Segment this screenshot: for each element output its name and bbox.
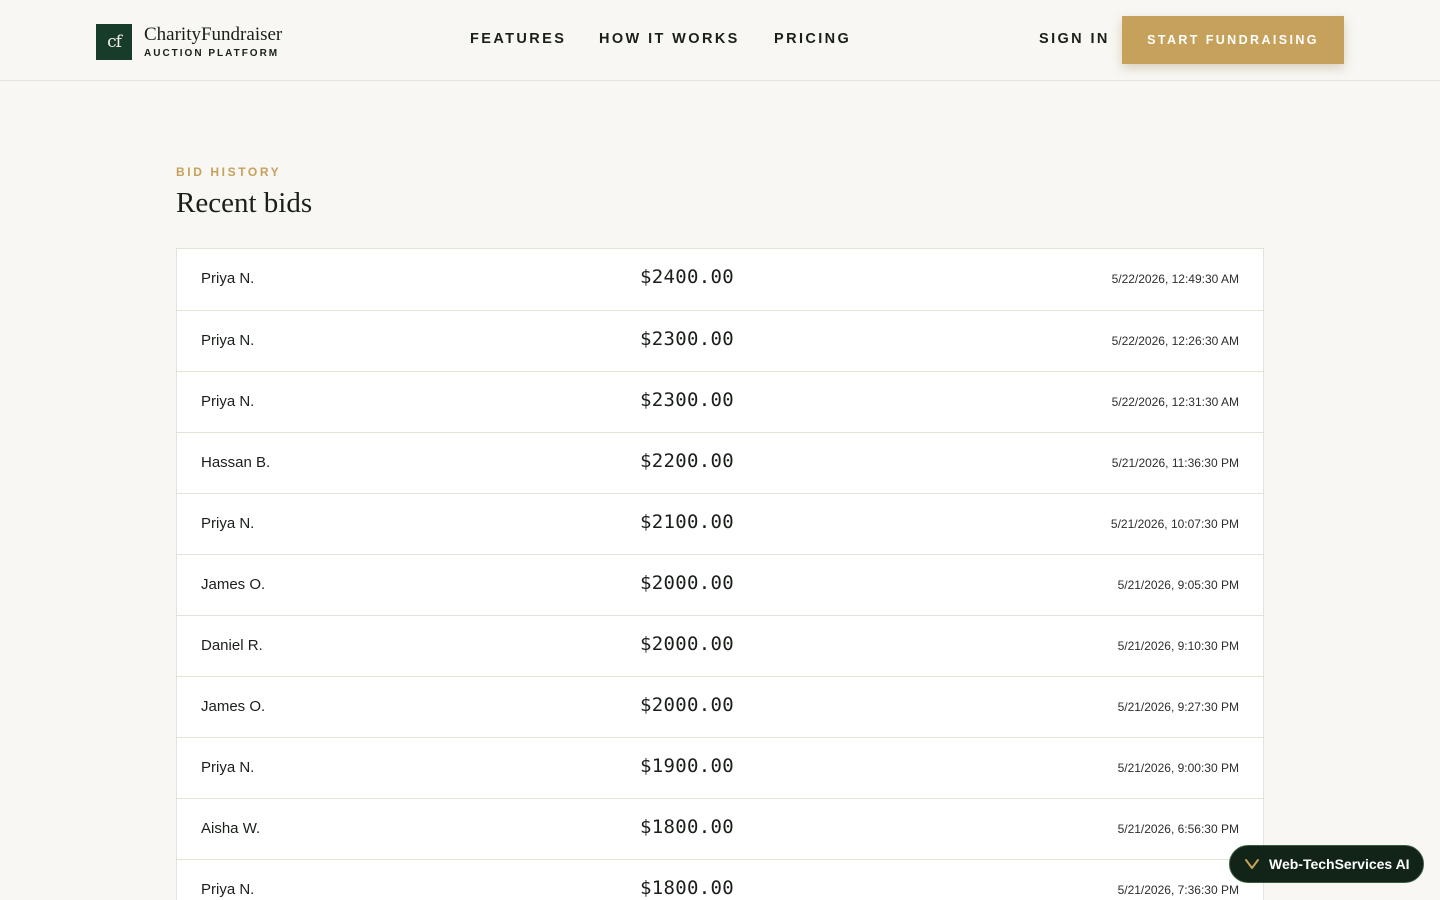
bid-amount: $2300.00 <box>640 328 734 350</box>
bid-row: Priya N. $2300.00 5/22/2026, 12:26:30 AM <box>177 310 1263 371</box>
bid-row: James O. $2000.00 5/21/2026, 9:27:30 PM <box>177 676 1263 737</box>
logo-mark: cf <box>96 24 132 60</box>
bid-timestamp: 5/21/2026, 9:10:30 PM <box>1117 639 1239 653</box>
bid-amount: $2000.00 <box>640 572 734 594</box>
bid-timestamp: 5/21/2026, 11:36:30 PM <box>1111 456 1239 470</box>
section-eyebrow: BID HISTORY <box>176 165 282 179</box>
bid-row: Priya N. $1900.00 5/21/2026, 9:00:30 PM <box>177 737 1263 798</box>
logo-text: CharityFundraiser AUCTION PLATFORM <box>144 22 282 62</box>
section-title: Recent bids <box>176 187 313 219</box>
bid-row: Priya N. $2100.00 5/21/2026, 10:07:30 PM <box>177 493 1263 554</box>
start-fundraising-button[interactable]: START FUNDRAISING <box>1122 16 1344 64</box>
ai-assistant-label: Web-TechServices AI <box>1269 856 1410 872</box>
bid-amount: $2400.00 <box>640 266 734 288</box>
bid-timestamp: 5/21/2026, 10:07:30 PM <box>1110 517 1239 531</box>
bid-timestamp: 5/21/2026, 9:00:30 PM <box>1117 761 1239 775</box>
bid-amount: $2000.00 <box>640 694 734 716</box>
bid-amount: $2100.00 <box>640 511 734 533</box>
bid-timestamp: 5/22/2026, 12:26:30 AM <box>1111 334 1239 348</box>
bid-timestamp: 5/21/2026, 6:56:30 PM <box>1117 822 1239 836</box>
top-navigation: cf CharityFundraiser AUCTION PLATFORM FE… <box>0 0 1440 81</box>
nav-features[interactable]: FEATURES <box>470 31 566 47</box>
bid-timestamp: 5/22/2026, 12:49:30 AM <box>1111 272 1239 286</box>
bid-timestamp: 5/21/2026, 7:36:30 PM <box>1117 883 1239 897</box>
bid-amount: $2300.00 <box>640 389 734 411</box>
bid-timestamp: 5/21/2026, 9:05:30 PM <box>1117 578 1239 592</box>
bid-row: Hassan B. $2200.00 5/21/2026, 11:36:30 PM <box>177 432 1263 493</box>
bid-row: Daniel R. $2000.00 5/21/2026, 9:10:30 PM <box>177 615 1263 676</box>
logo-link[interactable]: cf CharityFundraiser AUCTION PLATFORM <box>96 22 282 62</box>
logo-tagline: AUCTION PLATFORM <box>144 48 280 59</box>
nav-how-it-works[interactable]: HOW IT WORKS <box>599 31 740 47</box>
bid-amount: $1800.00 <box>640 816 734 838</box>
nav-pricing[interactable]: PRICING <box>774 31 851 47</box>
bid-row: Aisha W. $1800.00 5/21/2026, 6:56:30 PM <box>177 798 1263 859</box>
logo-name: CharityFundraiser <box>144 24 283 45</box>
bid-amount: $1800.00 <box>640 877 734 899</box>
bid-row: James O. $2000.00 5/21/2026, 9:05:30 PM <box>177 554 1263 615</box>
bid-row: Priya N. $2300.00 5/22/2026, 12:31:30 AM <box>177 371 1263 432</box>
bid-timestamp: 5/21/2026, 9:27:30 PM <box>1117 700 1239 714</box>
bid-amount: $2200.00 <box>640 450 734 472</box>
bid-amount: $1900.00 <box>640 755 734 777</box>
chevron-down-icon <box>1245 859 1259 869</box>
bid-history-list: Priya N. $2400.00 5/22/2026, 12:49:30 AM Pr… <box>176 248 1264 900</box>
sign-in-link[interactable]: SIGN IN <box>1039 31 1110 47</box>
bid-row: Priya N. $2400.00 5/22/2026, 12:49:30 AM <box>177 249 1263 310</box>
bid-row: Priya N. $1800.00 5/21/2026, 7:36:30 PM <box>177 859 1263 900</box>
ai-assistant-button[interactable]: Web-TechServices AI <box>1229 845 1424 883</box>
bid-timestamp: 5/22/2026, 12:31:30 AM <box>1111 395 1239 409</box>
bid-amount: $2000.00 <box>640 633 734 655</box>
